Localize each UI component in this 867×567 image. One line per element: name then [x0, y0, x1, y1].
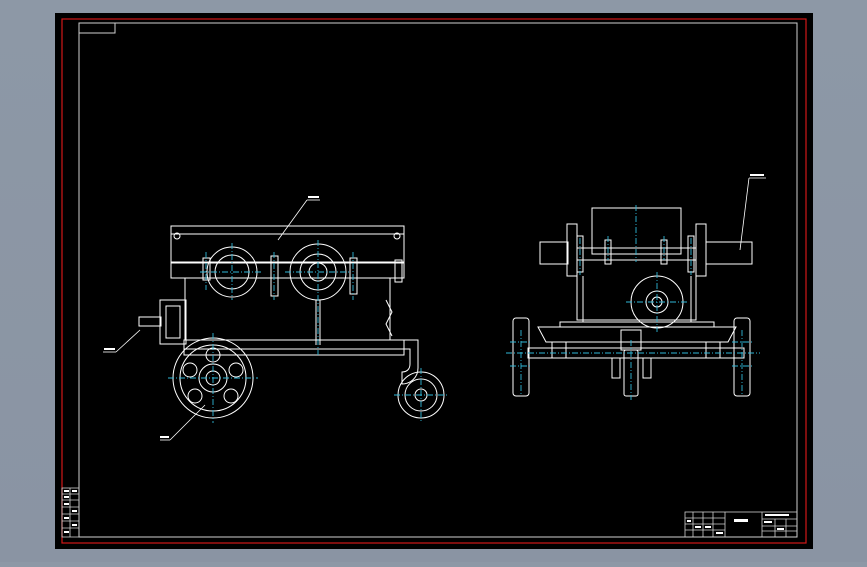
drawing-area	[55, 13, 813, 549]
cad-drawing-canvas	[55, 13, 813, 549]
front-view-callout-marks	[750, 174, 764, 176]
cad-viewport[interactable]	[0, 0, 867, 562]
